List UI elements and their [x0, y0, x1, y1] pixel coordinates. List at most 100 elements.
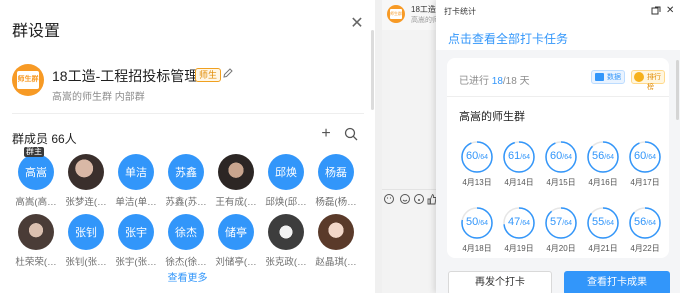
- member-avatar: 张钊: [68, 214, 104, 250]
- member-item[interactable]: 张钊 张钊(张…: [60, 214, 112, 268]
- stats-title: 打卡统计: [444, 7, 476, 16]
- scrollbar[interactable]: [676, 60, 679, 120]
- progress-suffix: /18 天: [502, 76, 530, 87]
- group-settings-panel: 群设置 ✕ 师生群 18工造-工程招投标管理 师生 高嵩的师生群 内部群 群成员…: [0, 0, 375, 293]
- members-count-title: 群成员 66人: [12, 132, 77, 146]
- daily-checkin-ring[interactable]: 47/64 4月19日: [501, 206, 537, 254]
- member-name: 张梦连(…: [65, 197, 107, 208]
- daily-checkin-ring[interactable]: 60/64 4月17日: [627, 140, 663, 188]
- member-avatar: 徐杰: [168, 214, 204, 250]
- ring-total: /64: [478, 220, 488, 227]
- search-icon[interactable]: [344, 127, 358, 141]
- ring-total: /64: [478, 154, 488, 161]
- pin-icon[interactable]: [651, 6, 661, 16]
- member-item[interactable]: 单洁 单洁(单…: [110, 154, 162, 208]
- daily-checkin-ring[interactable]: 55/64 4月21日: [585, 206, 621, 254]
- panel-title: 群设置: [12, 23, 61, 40]
- member-name: 徐杰(徐…: [165, 257, 207, 268]
- daily-checkin-ring[interactable]: 56/64 4月22日: [627, 206, 663, 254]
- member-avatar: 单洁: [118, 154, 154, 190]
- daily-checkin-ring[interactable]: 61/64 4月14日: [501, 140, 537, 188]
- member-avatar-photo: [268, 214, 304, 250]
- member-item[interactable]: 徐杰 徐杰(徐…: [160, 214, 212, 268]
- action-bar: 再发个打卡 查看打卡成果: [436, 262, 680, 293]
- member-item[interactable]: 储亭 刘储亭(…: [210, 214, 262, 268]
- chat-group-avatar[interactable]: 师生群: [387, 5, 405, 23]
- member-avatar-photo: [318, 214, 354, 250]
- group-avatar-label: 师生群: [17, 71, 39, 89]
- member-item[interactable]: 张克政(…: [260, 214, 312, 268]
- ring-count: 56: [634, 216, 647, 228]
- member-avatar-photo: [18, 214, 54, 250]
- leaderboard-label: 排行榜: [647, 74, 661, 91]
- member-avatar: 苏鑫: [168, 154, 204, 190]
- emoji-icon[interactable]: [383, 193, 395, 205]
- data-button-label: 数据: [607, 74, 621, 81]
- daily-checkin-ring[interactable]: 57/64 4月20日: [543, 206, 579, 254]
- edit-icon[interactable]: [222, 67, 234, 79]
- member-item[interactable]: 赵晶琪(…: [310, 214, 362, 268]
- member-name: 高嵩(高…: [15, 197, 57, 208]
- ring-count: 56: [592, 150, 605, 162]
- scrollbar[interactable]: [371, 30, 374, 110]
- member-item[interactable]: 杜荣荣(…: [10, 214, 62, 268]
- member-name: 刘储亭(…: [215, 257, 257, 268]
- member-item[interactable]: 邱焕 邱焕(邱…: [260, 154, 312, 208]
- ring-date: 4月22日: [630, 244, 660, 253]
- ring-count: 60: [550, 150, 563, 162]
- ring-total: /64: [604, 154, 614, 161]
- close-icon[interactable]: ✕: [666, 6, 676, 16]
- ring-date: 4月14日: [504, 178, 534, 187]
- resend-checkin-button[interactable]: 再发个打卡: [448, 271, 552, 293]
- ring-date: 4月15日: [546, 178, 576, 187]
- divider: [382, 189, 442, 190]
- member-item[interactable]: 张梦连(…: [60, 154, 112, 208]
- add-member-icon[interactable]: +: [319, 126, 333, 142]
- ring-value: 56/64: [586, 150, 620, 162]
- member-item[interactable]: 张宇 张宇(张…: [110, 214, 162, 268]
- ring-value: 57/64: [544, 216, 578, 228]
- member-name: 单洁(单…: [115, 197, 157, 208]
- chat-toolbar: [382, 193, 442, 209]
- member-item[interactable]: 杨磊 杨磊(杨…: [310, 154, 362, 208]
- member-avatar: 高嵩: [18, 154, 54, 190]
- progress-text: 已进行 18/18 天: [459, 72, 530, 87]
- ring-value: 47/64: [502, 216, 536, 228]
- leaderboard-button[interactable]: 排行榜: [631, 70, 665, 91]
- card-group-name: 高嵩的师生群: [459, 111, 525, 123]
- emoji-icon[interactable]: [413, 193, 425, 205]
- chat-avatar-label: 师生群: [390, 9, 402, 19]
- member-name: 张宇(张…: [115, 257, 157, 268]
- ring-value: 55/64: [586, 216, 620, 228]
- member-name: 张克政(…: [265, 257, 307, 268]
- member-item[interactable]: 王有成(…: [210, 154, 262, 208]
- group-avatar[interactable]: 师生群: [12, 64, 44, 96]
- member-avatar-photo: [218, 154, 254, 190]
- member-name: 赵晶琪(…: [315, 257, 357, 268]
- daily-checkin-ring[interactable]: 60/64 4月15日: [543, 140, 579, 188]
- member-name: 杨磊(杨…: [315, 197, 357, 208]
- member-name: 杜荣荣(…: [15, 257, 57, 268]
- group-subtitle: 高嵩的师生群 内部群: [52, 92, 145, 103]
- all-tasks-bar: 点击查看全部打卡任务: [436, 24, 680, 50]
- emoji-icon[interactable]: [399, 193, 411, 205]
- view-results-button[interactable]: 查看打卡成果: [564, 271, 670, 293]
- member-avatar-photo: [68, 154, 104, 190]
- data-button[interactable]: 数据: [591, 70, 625, 84]
- member-item[interactable]: 高嵩 群主 高嵩(高…: [10, 147, 62, 208]
- member-name: 苏鑫(苏…: [165, 197, 207, 208]
- ring-count: 57: [550, 216, 563, 228]
- ring-value: 60/64: [628, 150, 662, 162]
- ring-total: /64: [646, 220, 656, 227]
- close-icon[interactable]: ✕: [349, 16, 365, 32]
- view-more-link[interactable]: 查看更多: [0, 269, 375, 284]
- divider: [12, 113, 364, 114]
- ring-date: 4月21日: [588, 244, 618, 253]
- member-name: 张钊(张…: [65, 257, 107, 268]
- daily-checkin-ring[interactable]: 56/64 4月16日: [585, 140, 621, 188]
- view-all-tasks-link[interactable]: 点击查看全部打卡任务: [448, 30, 568, 47]
- daily-checkin-ring[interactable]: 60/64 4月13日: [459, 140, 495, 188]
- member-item[interactable]: 苏鑫 苏鑫(苏…: [160, 154, 212, 208]
- daily-checkin-ring[interactable]: 50/64 4月18日: [459, 206, 495, 254]
- member-avatar: 邱焕: [268, 154, 304, 190]
